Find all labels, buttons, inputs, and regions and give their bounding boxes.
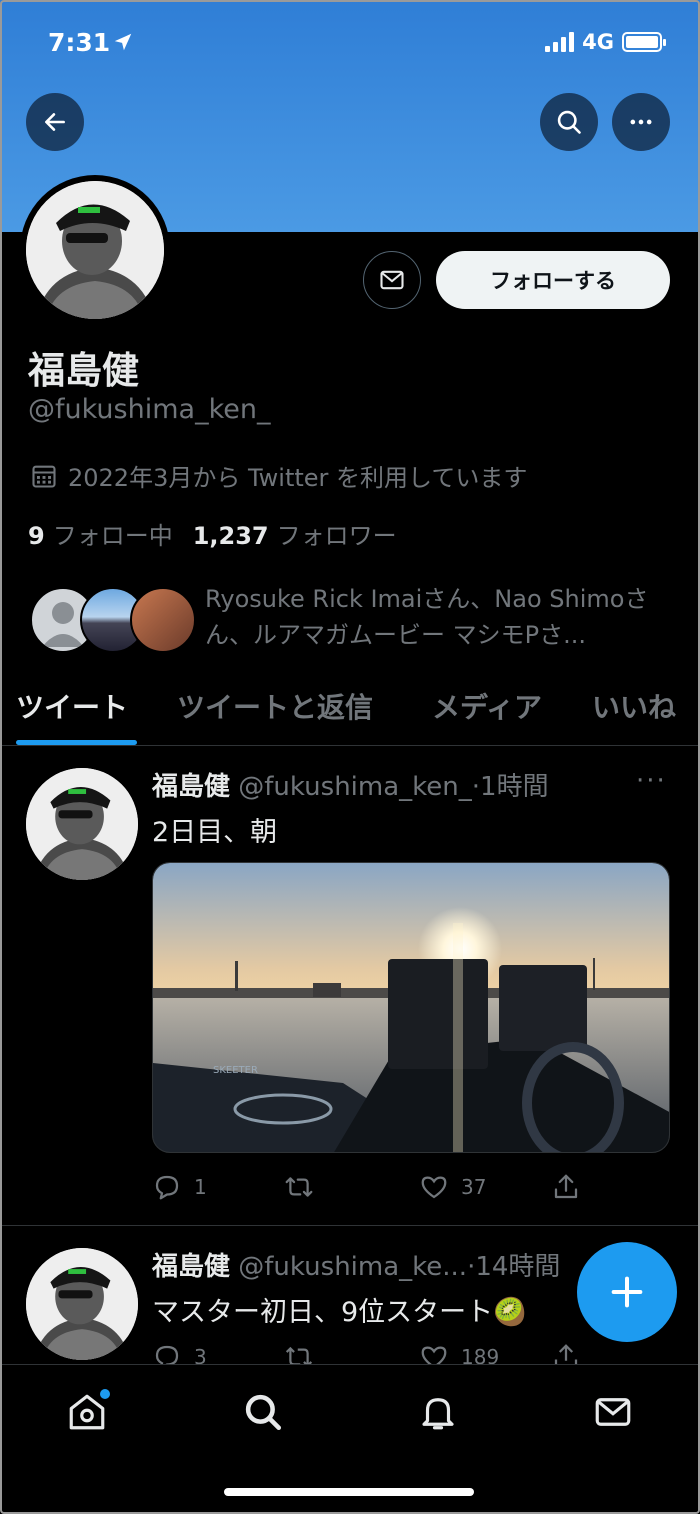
more-icon xyxy=(630,119,652,125)
follow-button[interactable]: フォローする xyxy=(436,251,670,309)
followers-label: フォロワー xyxy=(276,522,397,550)
arrow-left-icon xyxy=(45,113,65,131)
tab-media[interactable]: メディア xyxy=(432,686,542,726)
follower-avatar-person xyxy=(130,587,196,653)
tweet-text: 2日目、朝 xyxy=(152,817,278,848)
tweet-avatar[interactable] xyxy=(26,1248,138,1360)
tweet-more-icon[interactable]: ··· xyxy=(636,766,667,796)
reply-button[interactable]: 1 xyxy=(152,1172,207,1202)
followed-by-text: Ryosuke Rick Imaiさん、Nao Shimoさん、ルアマガムービー… xyxy=(205,585,649,649)
svg-text:SKEETER: SKEETER xyxy=(213,1065,258,1076)
tweet-actions: 1 37 xyxy=(152,1172,592,1208)
tab-tweets[interactable]: ツイート xyxy=(16,686,128,726)
calendar-icon xyxy=(32,465,56,488)
heart-icon xyxy=(421,1176,447,1199)
profile-tabs: ツイート ツイートと返信 メディア いいね xyxy=(0,680,700,746)
profile-handle: @fukushima_ken_ xyxy=(28,394,271,425)
display-name: 福島健 xyxy=(28,349,139,392)
search-button[interactable] xyxy=(540,93,598,151)
mail-icon xyxy=(595,1398,631,1426)
followed-by[interactable]: Ryosuke Rick Imaiさん、Nao Shimoさん、ルアマガムービー… xyxy=(30,585,670,655)
following-label: フォロー中 xyxy=(52,522,173,550)
status-time: 7:31 xyxy=(48,28,111,57)
nav-explore[interactable] xyxy=(238,1387,288,1437)
home-indicator xyxy=(224,1488,474,1496)
share-button[interactable] xyxy=(551,1172,581,1202)
avatar-photo xyxy=(26,1248,138,1360)
compose-tweet-button[interactable] xyxy=(577,1242,677,1342)
plus-icon xyxy=(611,1276,643,1308)
tweet-time: ·1時間 xyxy=(471,772,549,802)
battery-icon xyxy=(622,32,666,52)
share-icon xyxy=(554,1174,578,1199)
like-count: 37 xyxy=(461,1175,487,1199)
nav-notifications[interactable] xyxy=(413,1387,463,1437)
bell-icon xyxy=(422,1398,454,1430)
message-button[interactable] xyxy=(363,251,421,309)
tweet-author-name[interactable]: 福島健 xyxy=(152,1252,230,1282)
avatar-photo xyxy=(26,181,164,319)
joined-date: 2022年3月から Twitter を利用しています xyxy=(30,458,527,493)
reply-count: 1 xyxy=(194,1175,207,1199)
tab-likes[interactable]: いいね xyxy=(592,686,676,726)
tweet-header: 福島健 @fukushima_ken_·1時間 xyxy=(152,766,549,803)
tweet-divider xyxy=(0,1225,700,1226)
status-indicators: 4G xyxy=(545,30,666,54)
more-button[interactable] xyxy=(612,93,670,151)
tweet-author-handle[interactable]: @fukushima_ken_ xyxy=(238,772,471,802)
followed-by-avatars xyxy=(30,585,196,655)
retweet-icon xyxy=(285,1177,313,1197)
mail-icon xyxy=(380,270,404,290)
avatar-photo xyxy=(26,768,138,880)
tweet-header: 福島健 @fukushima_ke...·14時間 xyxy=(152,1246,560,1283)
tweet-avatar[interactable] xyxy=(26,768,138,880)
network-type: 4G xyxy=(582,30,614,54)
tab-tweets-replies[interactable]: ツイートと返信 xyxy=(177,686,373,726)
tweet-author-handle[interactable]: @fukushima_ke... xyxy=(238,1252,467,1282)
following-count: 9 xyxy=(28,522,45,550)
nav-home[interactable] xyxy=(62,1387,112,1437)
search-icon xyxy=(557,110,581,134)
tweet-photo: SKEETER xyxy=(153,863,669,1152)
bottom-navigation xyxy=(0,1364,700,1514)
retweet-button[interactable] xyxy=(283,1172,315,1202)
back-button[interactable] xyxy=(26,93,84,151)
tweet-author-name[interactable]: 福島健 xyxy=(152,772,230,802)
location-arrow-icon xyxy=(114,33,132,51)
followers-link[interactable]: 1,237 フォロワー xyxy=(193,516,397,551)
active-tab-indicator xyxy=(16,740,137,745)
nav-messages[interactable] xyxy=(588,1387,638,1437)
signal-icon xyxy=(545,32,575,52)
tweet-time: ·14時間 xyxy=(467,1252,561,1282)
follow-counts: 9 フォロー中 1,237 フォロワー xyxy=(28,516,397,551)
profile-avatar[interactable] xyxy=(20,175,170,325)
tweet-media[interactable]: SKEETER xyxy=(152,862,670,1153)
home-notification-dot xyxy=(100,1389,110,1399)
joined-text: 2022年3月から Twitter を利用しています xyxy=(68,464,528,492)
like-button[interactable]: 37 xyxy=(419,1172,486,1202)
followers-count: 1,237 xyxy=(192,522,269,550)
following-link[interactable]: 9 フォロー中 xyxy=(28,516,173,551)
reply-icon xyxy=(155,1175,179,1200)
tweet-text: マスター初日、9位スタート🥝 xyxy=(152,1297,527,1328)
search-icon xyxy=(245,1394,282,1431)
